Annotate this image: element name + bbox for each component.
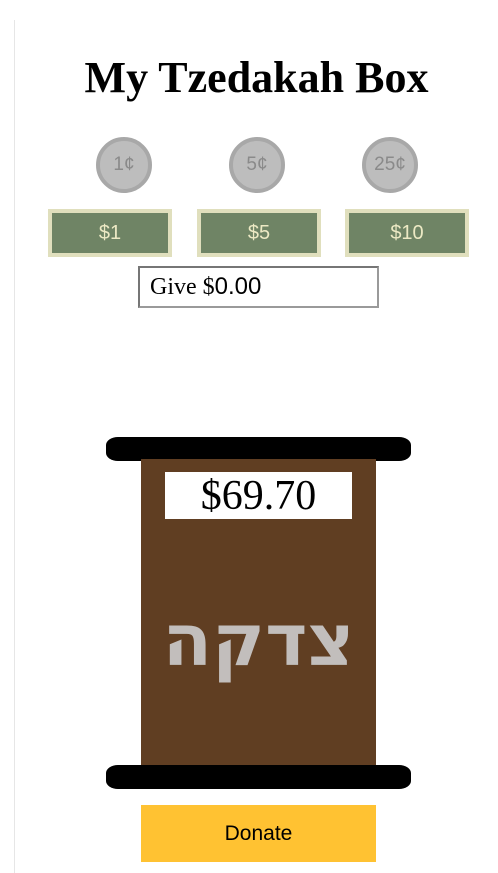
bill-1-dollar-button[interactable]: $1 bbox=[48, 209, 172, 257]
tzedakah-box-top-cap bbox=[106, 437, 411, 461]
give-amount-value: 0.00 bbox=[214, 273, 262, 300]
tzedakah-box-bottom-cap bbox=[106, 765, 411, 789]
tzedakah-hebrew-label: צדקה bbox=[162, 598, 355, 682]
bill-5-dollar-button[interactable]: $5 bbox=[197, 209, 321, 257]
bill-10-dollar-button[interactable]: $10 bbox=[345, 209, 469, 257]
give-amount-field[interactable]: Give $0.00 bbox=[138, 266, 379, 308]
box-total-display: $69.70 bbox=[165, 472, 352, 519]
left-divider bbox=[14, 20, 15, 873]
coin-1-cent-button[interactable]: 1¢ bbox=[96, 137, 152, 193]
donate-button[interactable]: Donate bbox=[141, 805, 376, 862]
tzedakah-page: My Tzedakah Box 1¢ 5¢ 25¢ $1 $5 $10 Give… bbox=[0, 0, 498, 873]
give-label: Give $ bbox=[150, 273, 215, 300]
coin-5-cent-button[interactable]: 5¢ bbox=[229, 137, 285, 193]
coin-25-cent-button[interactable]: 25¢ bbox=[362, 137, 418, 193]
page-title: My Tzedakah Box bbox=[84, 53, 429, 102]
